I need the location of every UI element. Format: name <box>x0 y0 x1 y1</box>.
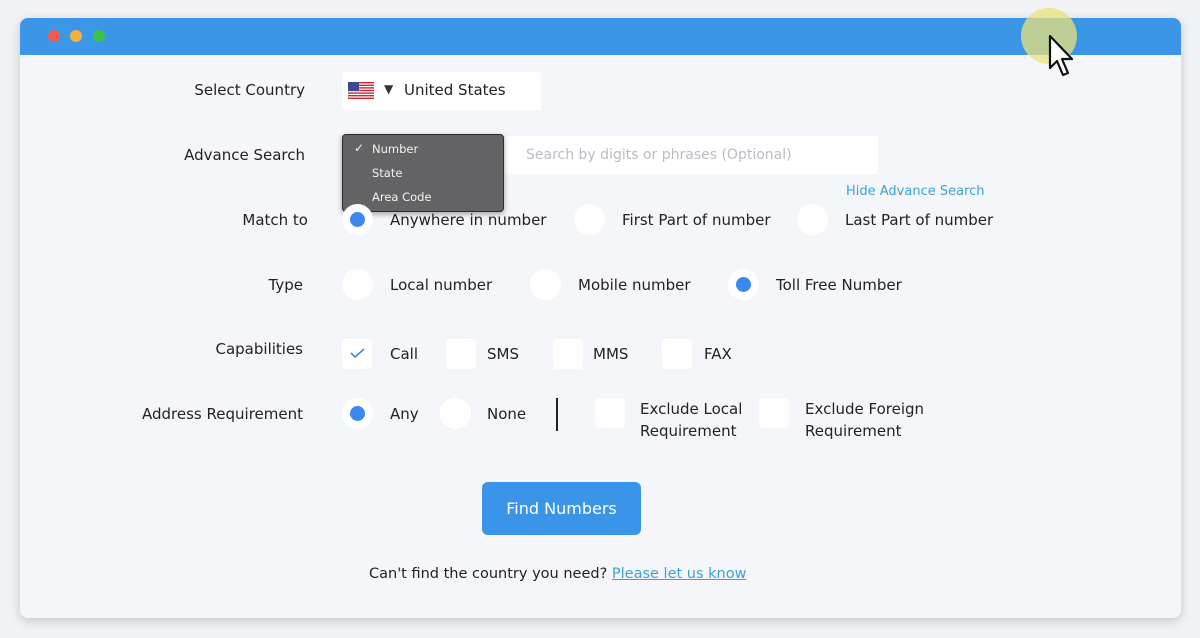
radio-label-local: Local number <box>390 276 493 294</box>
radio-address-any[interactable] <box>342 398 373 429</box>
exclude-local-line1: Exclude Local <box>640 400 743 418</box>
capabilities-label: Capabilities <box>215 340 304 358</box>
dropdown-option-state[interactable]: State <box>372 166 402 180</box>
please-let-us-know-link[interactable]: Please let us know <box>612 566 747 582</box>
radio-local-number[interactable] <box>342 269 373 300</box>
search-input[interactable] <box>505 136 878 174</box>
address-requirement-label: Address Requirement <box>142 405 303 423</box>
country-value: United States <box>404 81 506 99</box>
checkbox-sms[interactable] <box>446 339 476 369</box>
radio-mobile-number[interactable] <box>530 269 561 300</box>
type-label: Type <box>268 276 303 294</box>
exclude-foreign-line2: Requirement <box>805 422 902 440</box>
divider <box>556 398 558 431</box>
minimize-window-button[interactable] <box>70 30 82 42</box>
exclude-foreign-line1: Exclude Foreign <box>805 400 925 418</box>
chevron-down-icon: ▼ <box>384 82 394 96</box>
match-to-label: Match to <box>242 211 308 229</box>
exclude-local-line2: Requirement <box>640 422 737 440</box>
checkbox-label-fax: FAX <box>704 345 732 363</box>
app-window: Select Country ▼ United States Advance S… <box>20 18 1181 618</box>
footer-text: Can't find the country you need? <box>369 566 608 582</box>
search-type-dropdown[interactable]: ✓ Number State Area Code <box>342 134 504 212</box>
checkbox-fax[interactable] <box>662 339 692 369</box>
checkbox-label-call: Call <box>390 345 419 363</box>
checkbox-call[interactable] <box>342 339 372 369</box>
advance-search-label: Advance Search <box>184 146 305 164</box>
radio-address-none[interactable] <box>440 398 471 429</box>
radio-first-part[interactable] <box>574 204 605 235</box>
title-bar <box>20 18 1181 55</box>
radio-last-part[interactable] <box>797 204 828 235</box>
radio-label-any: Any <box>390 405 419 423</box>
hide-advance-search-link[interactable]: Hide Advance Search <box>846 184 985 199</box>
radio-anywhere-in-number[interactable] <box>342 204 373 235</box>
close-window-button[interactable] <box>48 30 60 42</box>
footer-note: Can't find the country you need? Please … <box>369 566 746 582</box>
find-numbers-button[interactable]: Find Numbers <box>482 482 641 535</box>
select-country-label: Select Country <box>194 81 305 99</box>
checkbox-exclude-local[interactable] <box>595 398 625 428</box>
maximize-window-button[interactable] <box>93 30 105 42</box>
radio-label-last-part: Last Part of number <box>845 211 994 229</box>
radio-label-mobile: Mobile number <box>578 276 691 294</box>
radio-label-toll-free: Toll Free Number <box>776 276 902 294</box>
checkbox-label-mms: MMS <box>593 345 629 363</box>
radio-label-none: None <box>487 405 527 423</box>
checkmark-icon: ✓ <box>354 141 365 155</box>
us-flag-icon <box>348 82 374 99</box>
mouse-pointer-icon <box>1048 34 1074 77</box>
radio-label-first-part: First Part of number <box>622 211 771 229</box>
checkbox-label-sms: SMS <box>487 345 519 363</box>
country-select[interactable]: ▼ United States <box>342 72 541 110</box>
checkmark-icon <box>350 348 365 358</box>
dropdown-option-number[interactable]: Number <box>372 142 418 156</box>
dropdown-option-area-code[interactable]: Area Code <box>372 190 432 204</box>
checkbox-exclude-foreign[interactable] <box>759 398 789 428</box>
checkbox-mms[interactable] <box>553 339 583 369</box>
radio-toll-free-number[interactable] <box>728 269 759 300</box>
radio-label-anywhere: Anywhere in number <box>390 211 547 229</box>
